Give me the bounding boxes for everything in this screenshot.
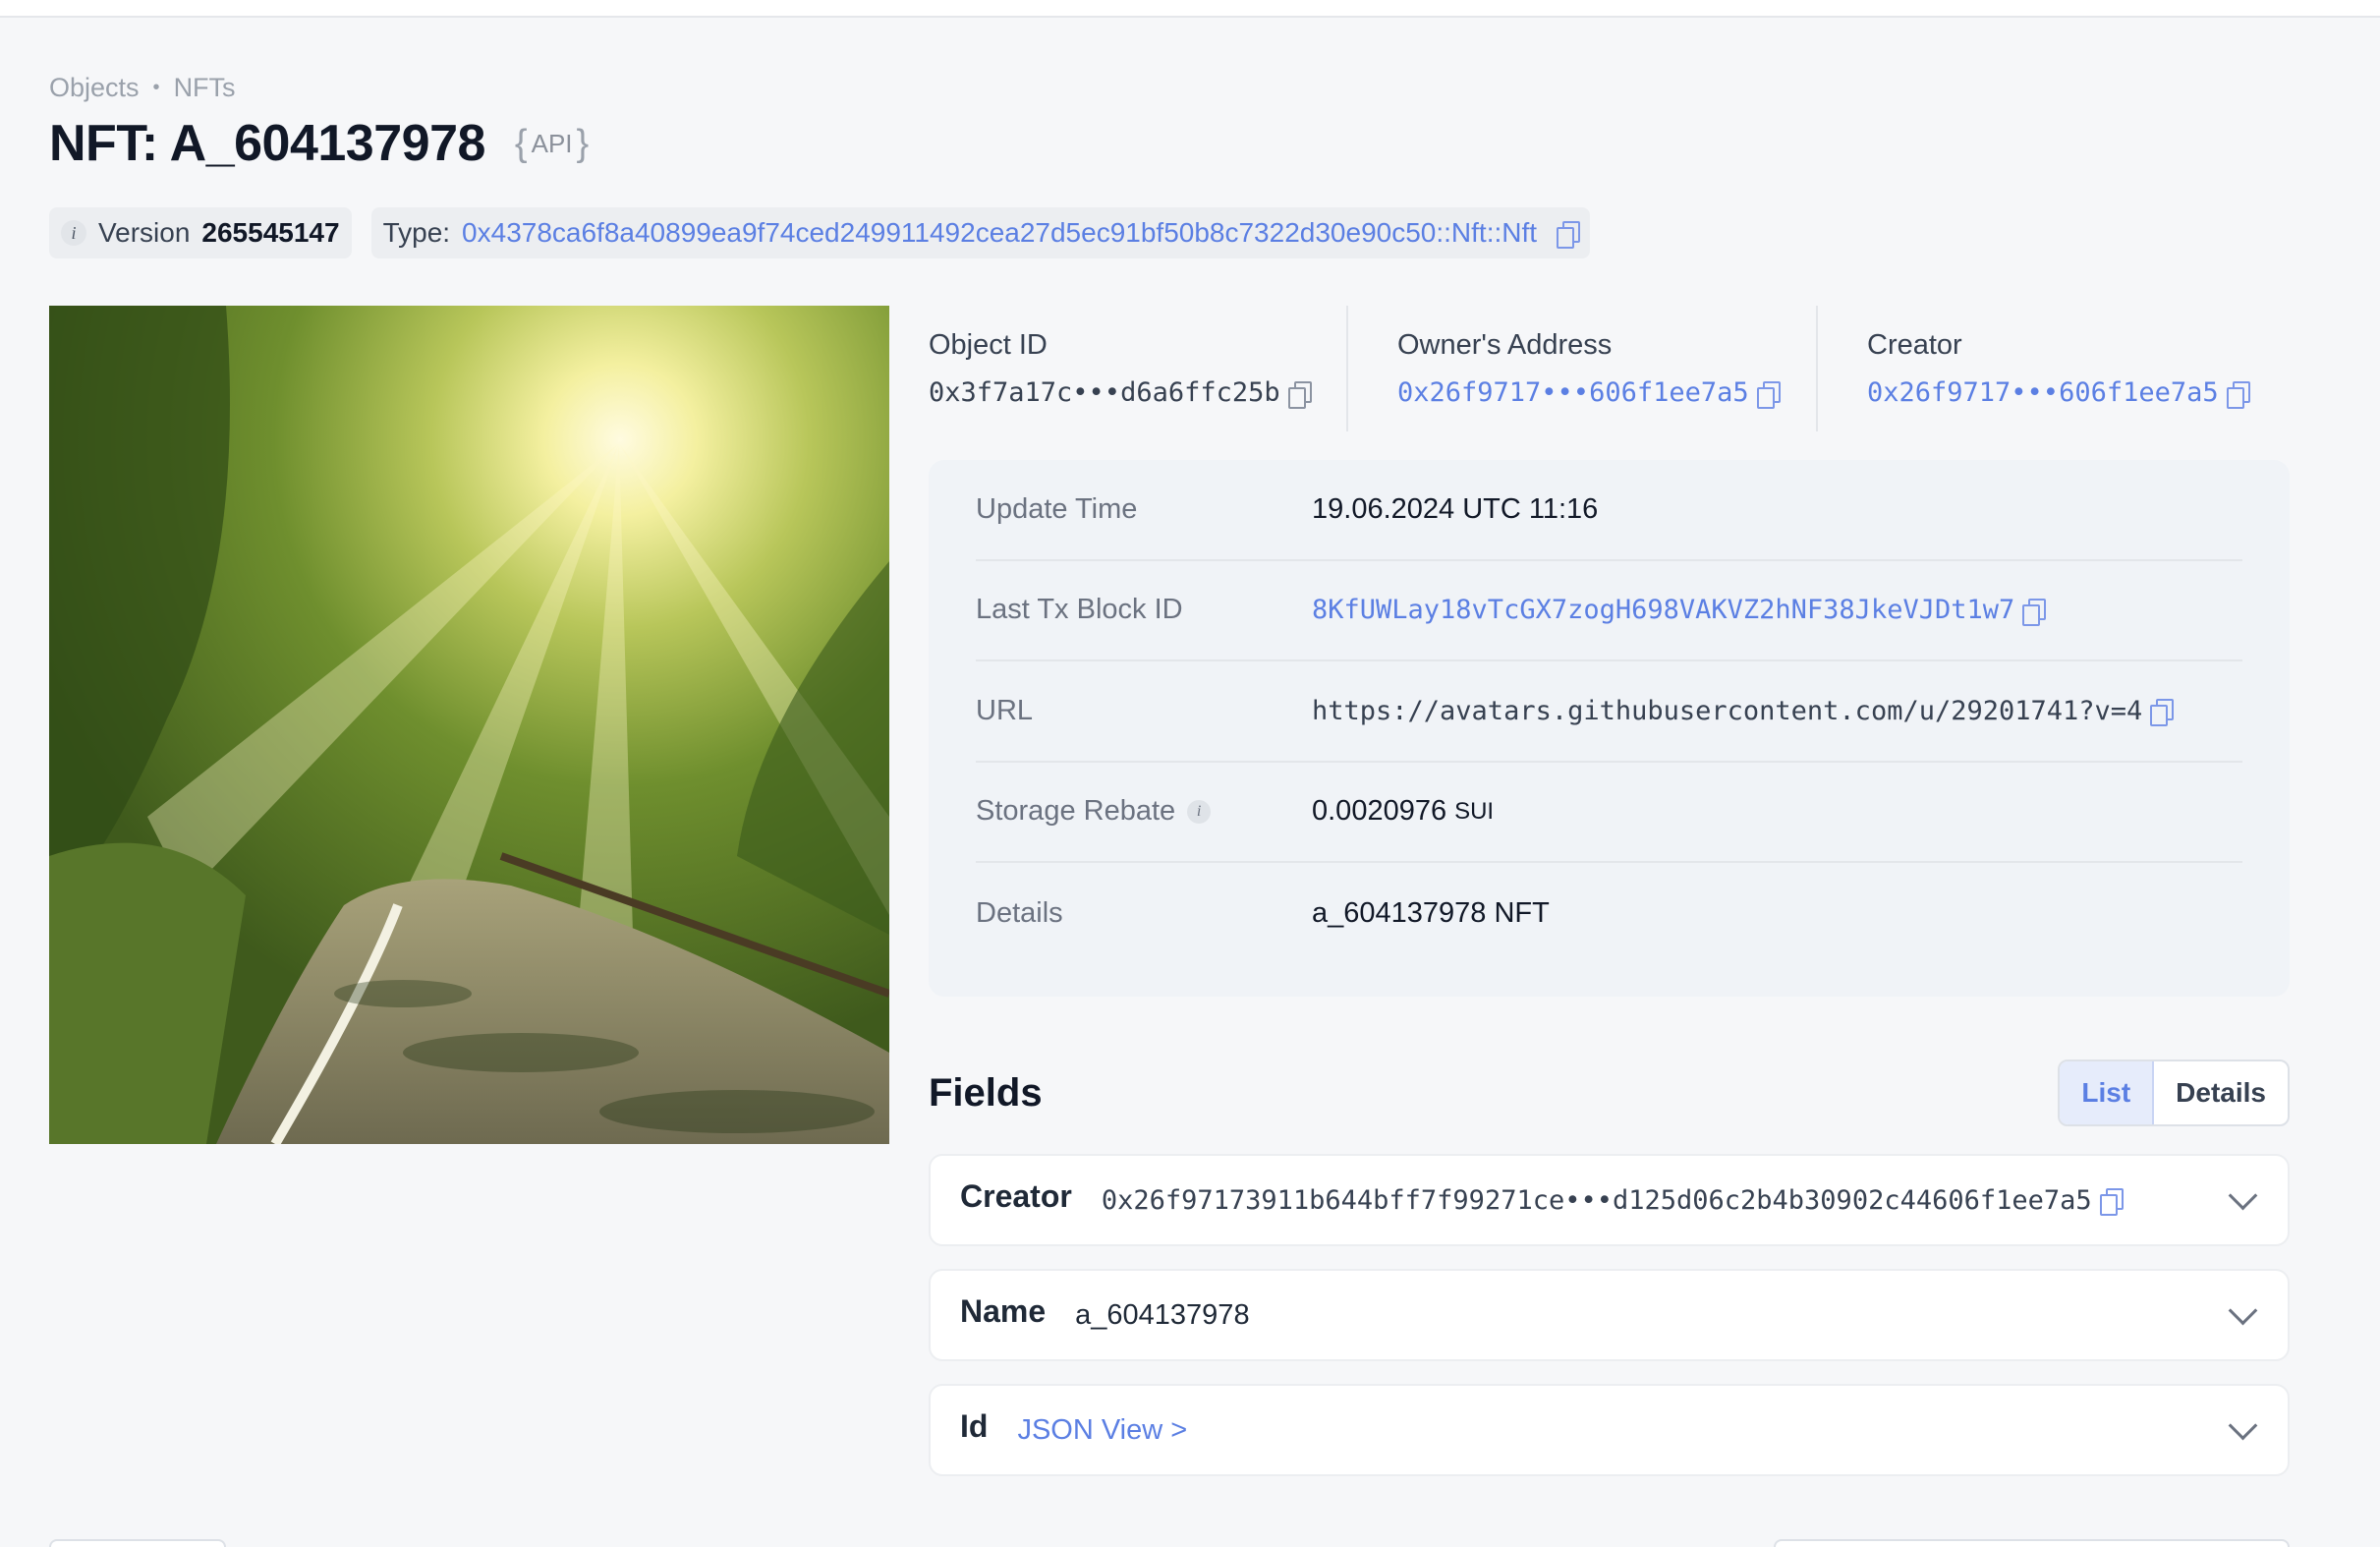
update-time-row: Update Time 19.06.2024 UTC 11:16 bbox=[976, 460, 2242, 561]
type-link[interactable]: 0x4378ca6f8a40899ea9f74ced249911492cea27… bbox=[462, 217, 1537, 249]
page-title: NFT: A_604137978 bbox=[49, 115, 485, 172]
list-view-button[interactable]: List bbox=[2060, 1061, 2155, 1124]
update-time-label: Update Time bbox=[976, 492, 1138, 525]
copy-icon[interactable] bbox=[2150, 699, 2175, 727]
fields-header: Fields List Details bbox=[929, 1060, 2290, 1126]
bottom-panel-edge-left bbox=[49, 1539, 226, 1547]
creator-address-link[interactable]: 0x26f9717•••606f1ee7a5 bbox=[1867, 377, 2219, 408]
version-value: 265545147 bbox=[201, 217, 340, 248]
field-name: Id bbox=[960, 1407, 989, 1444]
api-label: API bbox=[531, 128, 573, 158]
json-view-link[interactable]: JSON View > bbox=[1017, 1414, 1187, 1447]
details-label: Details bbox=[976, 896, 1063, 929]
storage-rebate-row: Storage Rebate i 0.0020976 SUI bbox=[976, 763, 2242, 863]
field-value: a_604137978 bbox=[1075, 1298, 1250, 1331]
api-link[interactable]: { API } bbox=[515, 123, 589, 165]
version-label: Version bbox=[98, 217, 191, 248]
field-name: Creator bbox=[960, 1177, 1072, 1214]
breadcrumb: Objects • NFTs bbox=[49, 73, 236, 103]
copy-icon[interactable] bbox=[2099, 1188, 2124, 1216]
field-value-row: 0x26f97173911b644bff7f99271ce•••d125d06c… bbox=[1101, 1184, 2124, 1216]
storage-rebate-unit: SUI bbox=[1454, 797, 1495, 825]
details-card: Update Time 19.06.2024 UTC 11:16 Last Tx… bbox=[929, 460, 2290, 997]
owner-stat: Owner's Address 0x26f9717•••606f1ee7a5 bbox=[1346, 306, 1816, 431]
chevron-down-icon[interactable] bbox=[2229, 1300, 2254, 1326]
storage-rebate-label-row: Storage Rebate i bbox=[976, 795, 1312, 828]
bottom-panel-edge-right bbox=[1774, 1539, 2290, 1547]
url-row: URL https://avatars.githubusercontent.co… bbox=[976, 661, 2242, 763]
object-stats: Object ID 0x3f7a17c•••d6a6ffc25b Owner's… bbox=[929, 306, 2290, 431]
object-id-value: 0x3f7a17c•••d6a6ffc25b bbox=[929, 377, 1280, 408]
copy-icon[interactable] bbox=[1557, 221, 1581, 249]
last-tx-value-row: 8KfUWLay18vTcGX7zogH698VAKVZ2hNF38JkeVJD… bbox=[1312, 595, 2047, 626]
owner-label: Owner's Address bbox=[1397, 329, 1613, 361]
type-pill: Type: 0x4378ca6f8a40899ea9f74ced24991149… bbox=[370, 207, 1591, 258]
owner-value-row: 0x26f9717•••606f1ee7a5 bbox=[1397, 377, 1816, 409]
copy-icon[interactable] bbox=[2022, 598, 2047, 626]
storage-rebate-label: Storage Rebate bbox=[976, 795, 1176, 828]
fields-title: Fields bbox=[929, 1070, 1043, 1115]
creator-label: Creator bbox=[1867, 329, 1962, 361]
copy-icon[interactable] bbox=[2226, 380, 2250, 409]
breadcrumb-separator: • bbox=[152, 77, 160, 98]
object-id-label: Object ID bbox=[929, 329, 1048, 361]
breadcrumb-objects[interactable]: Objects bbox=[49, 73, 140, 103]
last-tx-label: Last Tx Block ID bbox=[976, 594, 1183, 626]
object-id-stat: Object ID 0x3f7a17c•••d6a6ffc25b bbox=[929, 306, 1346, 431]
title-row: NFT: A_604137978 { API } bbox=[49, 114, 589, 173]
top-bar bbox=[0, 0, 2380, 18]
info-icon[interactable]: i bbox=[1187, 799, 1212, 824]
field-name: Name bbox=[960, 1292, 1047, 1329]
brace-open-icon: { bbox=[514, 122, 528, 164]
details-view-button[interactable]: Details bbox=[2154, 1061, 2288, 1124]
forest-road-image bbox=[49, 306, 889, 1144]
object-id-value-row: 0x3f7a17c•••d6a6ffc25b bbox=[929, 377, 1346, 409]
brace-close-icon: } bbox=[576, 122, 590, 164]
storage-rebate-value: 0.0020976 bbox=[1312, 795, 1447, 828]
chevron-down-icon[interactable] bbox=[2229, 1185, 2254, 1211]
meta-row: i Version 265545147 Type: 0x4378ca6f8a40… bbox=[49, 207, 1591, 258]
storage-rebate-value-row: 0.0020976 SUI bbox=[1312, 795, 1494, 828]
creator-value-row: 0x26f9717•••606f1ee7a5 bbox=[1867, 377, 2290, 409]
nft-image[interactable] bbox=[49, 306, 889, 1144]
view-toggle: List Details bbox=[2058, 1060, 2290, 1126]
field-name-row[interactable]: Name a_604137978 bbox=[929, 1269, 2290, 1361]
url-label: URL bbox=[976, 694, 1034, 726]
url-value: https://avatars.githubusercontent.com/u/… bbox=[1312, 695, 2143, 726]
update-time-value: 19.06.2024 UTC 11:16 bbox=[1312, 492, 1599, 525]
details-row: Details a_604137978 NFT bbox=[976, 863, 2242, 964]
chevron-down-icon[interactable] bbox=[2229, 1415, 2254, 1441]
type-label: Type: bbox=[382, 217, 451, 248]
info-icon[interactable]: i bbox=[61, 220, 86, 246]
url-value-row: https://avatars.githubusercontent.com/u/… bbox=[1312, 695, 2175, 727]
copy-icon[interactable] bbox=[1756, 380, 1781, 409]
last-tx-row: Last Tx Block ID 8KfUWLay18vTcGX7zogH698… bbox=[976, 561, 2242, 661]
field-value: 0x26f97173911b644bff7f99271ce•••d125d06c… bbox=[1101, 1184, 2092, 1216]
breadcrumb-nfts[interactable]: NFTs bbox=[174, 73, 236, 103]
owner-address-link[interactable]: 0x26f9717•••606f1ee7a5 bbox=[1397, 377, 1749, 408]
last-tx-link[interactable]: 8KfUWLay18vTcGX7zogH698VAKVZ2hNF38JkeVJD… bbox=[1312, 595, 2014, 625]
field-id[interactable]: Id JSON View > bbox=[929, 1384, 2290, 1476]
field-creator[interactable]: Creator 0x26f97173911b644bff7f99271ce•••… bbox=[929, 1154, 2290, 1246]
creator-stat: Creator 0x26f9717•••606f1ee7a5 bbox=[1816, 306, 2290, 431]
copy-icon[interactable] bbox=[1287, 380, 1312, 409]
version-pill: i Version 265545147 bbox=[49, 207, 352, 258]
details-value: a_604137978 NFT bbox=[1312, 896, 1550, 929]
